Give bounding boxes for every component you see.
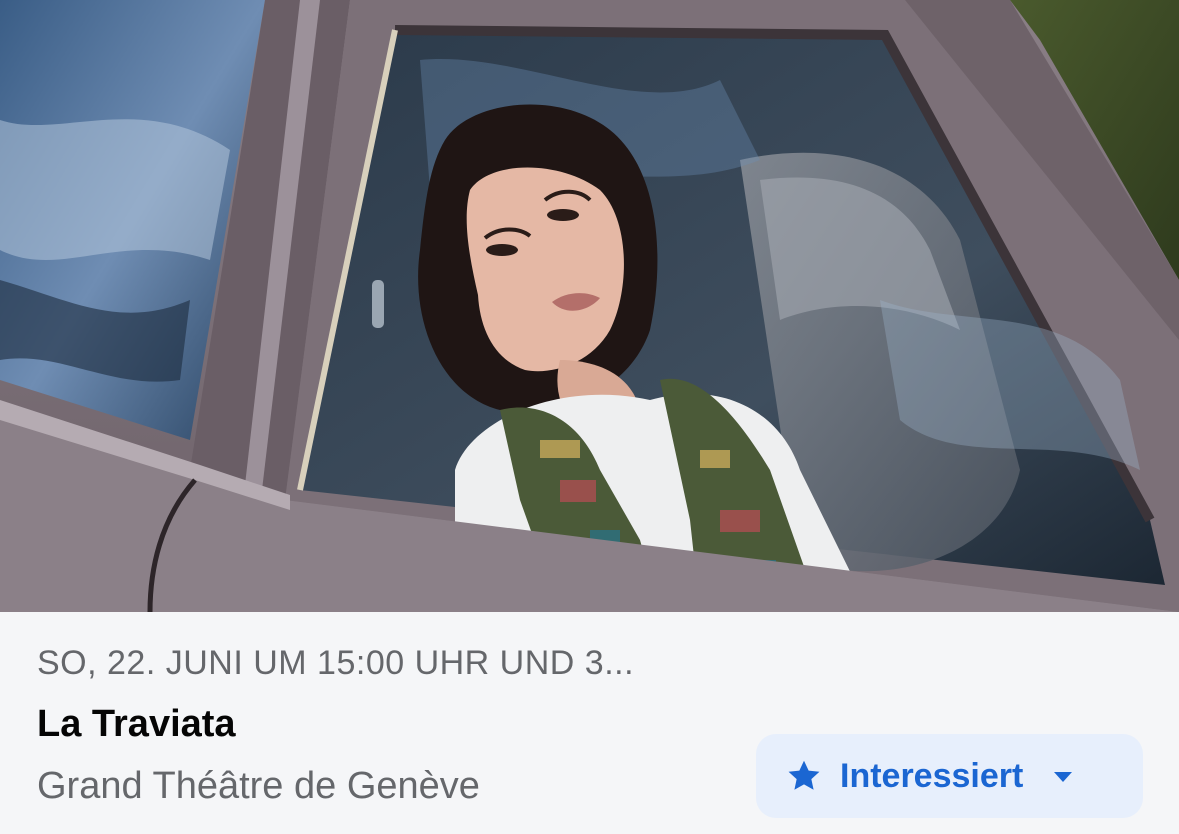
event-title[interactable]: La Traviata [37,703,236,746]
event-cover-photo[interactable] [0,0,1179,612]
star-icon [786,758,822,794]
event-venue[interactable]: Grand Théâtre de Genève [37,765,480,808]
caret-down-icon [1051,764,1075,788]
event-date: SO, 22. JUNI UM 15:00 UHR UND 3... [37,644,635,682]
interested-button-label: Interessiert [840,756,1024,795]
interested-button[interactable]: Interessiert [756,734,1143,818]
